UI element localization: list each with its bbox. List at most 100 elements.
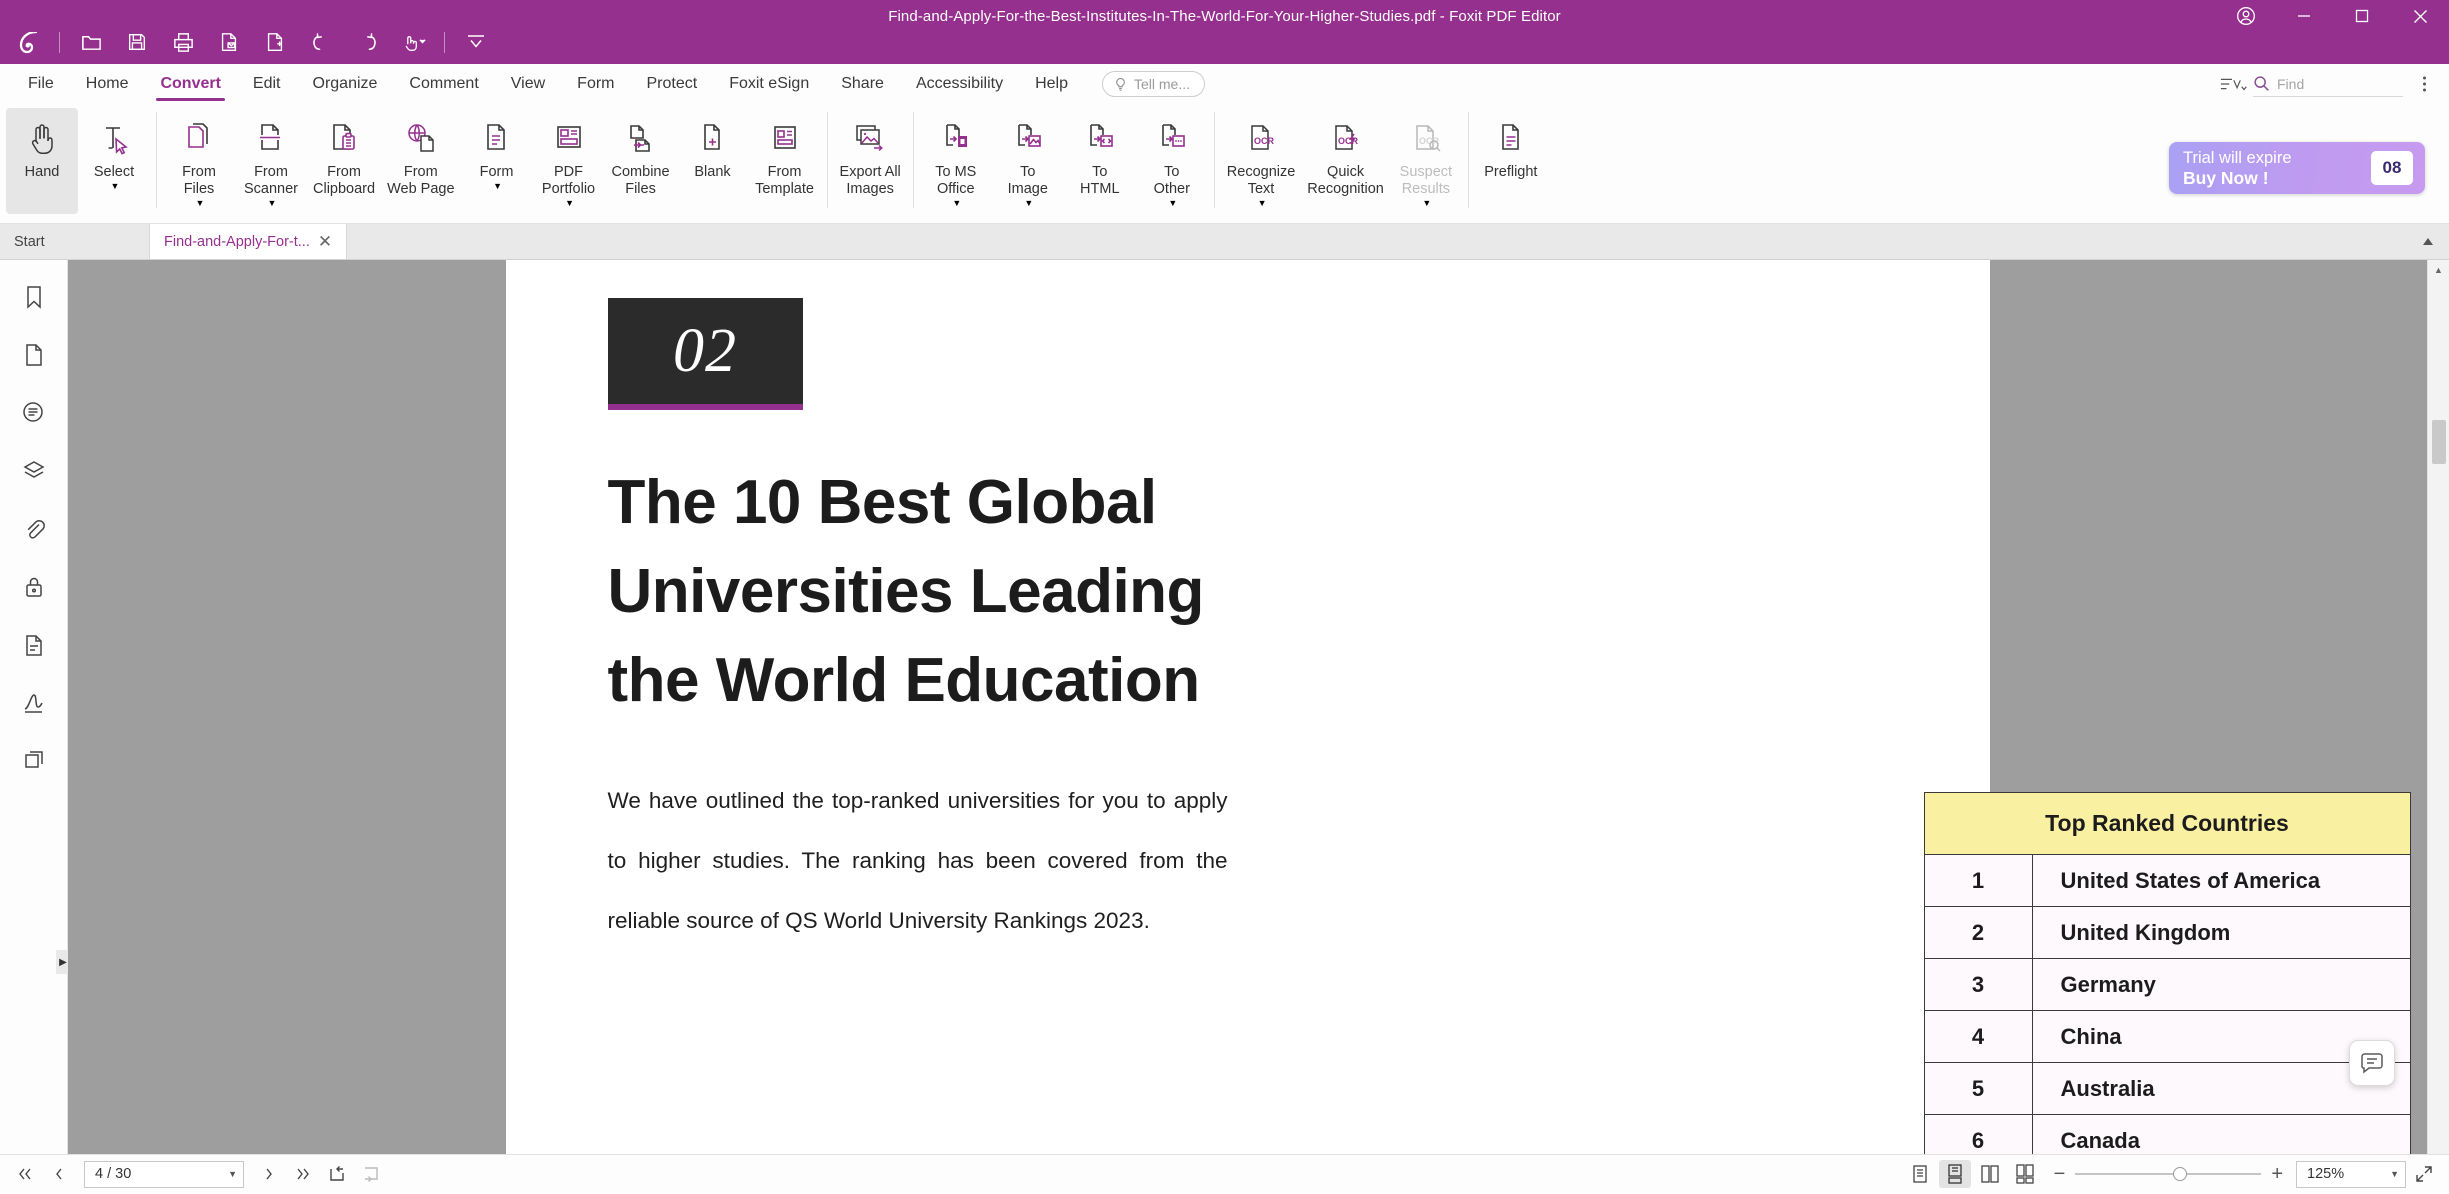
fullscreen-icon[interactable] [2409, 1160, 2439, 1188]
combine-files-button[interactable]: Combine Files [605, 108, 677, 214]
scroll-up-arrow-icon[interactable]: ▲ [2434, 260, 2443, 280]
hand-tool-button[interactable]: Hand [6, 108, 78, 214]
attachments-icon[interactable] [11, 506, 57, 552]
last-page-icon[interactable] [288, 1160, 318, 1188]
zoom-track[interactable] [2075, 1167, 2262, 1181]
close-button[interactable] [2391, 0, 2449, 32]
from-template-button[interactable]: From Template [749, 108, 821, 214]
layers-icon[interactable] [11, 448, 57, 494]
select-tool-label: Select [93, 164, 135, 180]
to-other-button[interactable]: To Other ▼ [1136, 108, 1208, 214]
chat-support-icon[interactable] [2349, 1040, 2395, 1086]
zoom-knob[interactable] [2173, 1167, 2188, 1181]
menu-item-edit[interactable]: Edit [237, 64, 297, 104]
comments-icon[interactable] [11, 390, 57, 436]
to-ms-office-caret-icon[interactable]: ▼ [952, 198, 961, 208]
from-scanner-button[interactable]: From Scanner ▼ [235, 108, 307, 214]
destinations-icon[interactable] [11, 622, 57, 668]
export-all-images-button[interactable]: Export All Images [834, 108, 907, 214]
form-button[interactable]: Form ▼ [461, 108, 533, 214]
table-row: 2 United Kingdom [1923, 906, 2411, 959]
blank-button[interactable]: Blank [677, 108, 749, 214]
quick-recognition-button[interactable]: OCR Quick Recognition [1301, 108, 1390, 214]
scroll-up-icon[interactable] [2413, 228, 2443, 256]
menu-item-file[interactable]: File [12, 64, 70, 104]
tab-document[interactable]: Find-and-Apply-For-t... ✕ [150, 224, 348, 259]
two-page-icon[interactable] [1974, 1160, 2006, 1188]
menu-item-share[interactable]: Share [825, 64, 900, 104]
security-icon[interactable] [11, 564, 57, 610]
scrollbar-thumb[interactable] [2432, 420, 2446, 464]
zoom-out-button[interactable]: − [2054, 1164, 2066, 1184]
pdf-page: 02 The 10 Best Global Universities Leadi… [505, 260, 2411, 1154]
to-other-caret-icon[interactable]: ▼ [1168, 198, 1177, 208]
menu-item-view[interactable]: View [495, 64, 561, 104]
from-clipboard-button[interactable]: From Clipboard [307, 108, 381, 214]
to-image-caret-icon[interactable]: ▼ [1024, 198, 1033, 208]
menu-item-home[interactable]: Home [70, 64, 145, 104]
quick-recognition-label: Quick Recognition [1307, 164, 1384, 197]
zoom-level-input[interactable]: 125% ▼ [2296, 1160, 2406, 1188]
continuous-scroll-icon[interactable] [1938, 1160, 1971, 1188]
to-other-label: To Other [1153, 164, 1190, 197]
first-page-icon[interactable] [10, 1160, 40, 1188]
bookmarks-icon[interactable] [11, 274, 57, 320]
recognize-text-caret-icon[interactable]: ▼ [1258, 198, 1267, 208]
signatures-icon[interactable] [11, 680, 57, 726]
from-scanner-caret-icon[interactable]: ▼ [268, 198, 277, 208]
ribbon-group-export: Export All Images [834, 108, 907, 220]
single-page-icon[interactable] [1904, 1160, 1936, 1188]
from-web-page-button[interactable]: From Web Page [381, 108, 460, 214]
from-files-button[interactable]: From Files ▼ [163, 108, 235, 214]
more-options-icon[interactable] [2409, 70, 2439, 98]
chevron-down-icon[interactable]: ▼ [2390, 1169, 2399, 1179]
from-files-caret-icon[interactable]: ▼ [196, 198, 205, 208]
menu-item-help[interactable]: Help [1019, 64, 1084, 104]
zoom-slider[interactable]: − + [2054, 1164, 2283, 1184]
account-icon[interactable] [2217, 0, 2275, 32]
ribbon-divider-1 [156, 112, 157, 208]
close-icon[interactable]: ✕ [318, 233, 332, 250]
vertical-scrollbar[interactable]: ▲ [2427, 260, 2449, 1154]
svg-text:OCR: OCR [1338, 136, 1359, 146]
form-caret-icon[interactable]: ▼ [493, 181, 502, 191]
pdf-portfolio-button[interactable]: PDF Portfolio ▼ [533, 108, 605, 214]
menu-item-organize[interactable]: Organize [297, 64, 394, 104]
maximize-button[interactable] [2333, 0, 2391, 32]
stamps-icon[interactable] [11, 738, 57, 784]
menu-item-foxit-esign[interactable]: Foxit eSign [713, 64, 825, 104]
menu-item-protect[interactable]: Protect [631, 64, 714, 104]
to-ms-office-button[interactable]: To MS Office ▼ [920, 108, 992, 214]
trial-banner[interactable]: Trial will expire Buy Now ! 08 [2169, 142, 2425, 194]
minimize-button[interactable] [2275, 0, 2333, 32]
two-page-continuous-icon[interactable] [2009, 1160, 2041, 1188]
to-html-button[interactable]: To HTML [1064, 108, 1136, 214]
trial-days-badge: 08 [2371, 151, 2413, 185]
zoom-in-button[interactable]: + [2271, 1164, 2283, 1184]
pdf-portfolio-caret-icon[interactable]: ▼ [565, 198, 574, 208]
find-input[interactable]: Find [2253, 71, 2403, 97]
chevron-down-icon[interactable]: ▼ [228, 1169, 237, 1179]
menu-item-convert[interactable]: Convert [144, 64, 236, 104]
select-caret-icon[interactable]: ▼ [111, 181, 120, 191]
find-options-icon[interactable] [2217, 70, 2247, 98]
country-cell: Germany [2031, 958, 2411, 1011]
recognize-text-button[interactable]: OCR Recognize Text ▼ [1221, 108, 1302, 214]
previous-page-icon[interactable] [44, 1160, 74, 1188]
to-image-button[interactable]: To Image ▼ [992, 108, 1064, 214]
preflight-button[interactable]: Preflight [1475, 108, 1547, 214]
menu-item-accessibility[interactable]: Accessibility [900, 64, 1019, 104]
ribbon-divider-2 [826, 112, 828, 208]
document-canvas[interactable]: 02 The 10 Best Global Universities Leadi… [68, 260, 2427, 1154]
page-number-input[interactable]: 4 / 30 ▼ [84, 1160, 244, 1188]
next-page-icon[interactable] [254, 1160, 284, 1188]
top-ranked-countries-table: Top Ranked Countries 1 United States of … [1923, 792, 2414, 1154]
select-tool-button[interactable]: Select ▼ [78, 108, 150, 214]
tab-start[interactable]: Start [0, 224, 150, 259]
page-thumbnails-icon[interactable] [11, 332, 57, 378]
menu-item-comment[interactable]: Comment [393, 64, 494, 104]
pdf-portfolio-icon [552, 115, 586, 161]
menu-item-form[interactable]: Form [561, 64, 630, 104]
tell-me-search[interactable]: Tell me... [1101, 71, 1205, 97]
previous-view-icon[interactable] [322, 1160, 352, 1188]
